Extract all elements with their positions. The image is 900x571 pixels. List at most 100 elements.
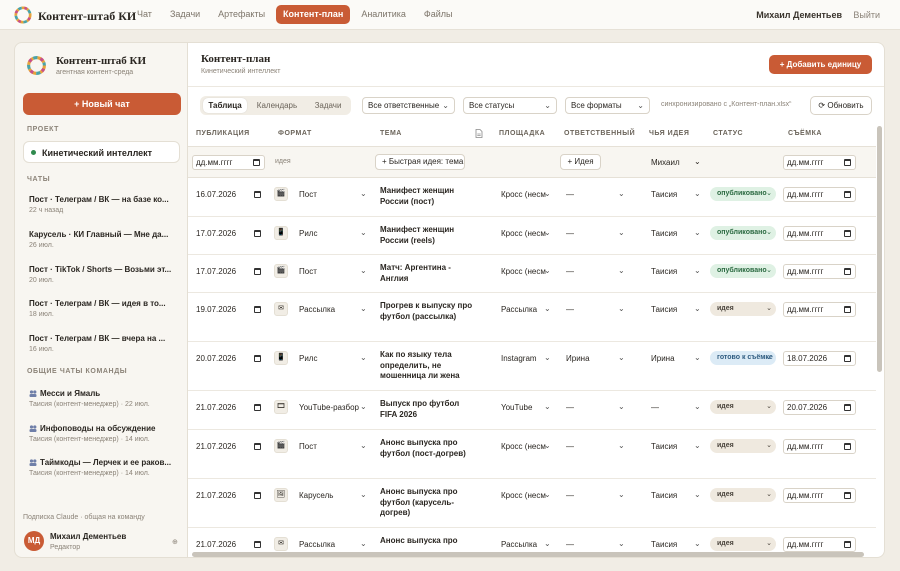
theme-text[interactable]: Манифест женщин России (reels): [380, 225, 475, 246]
owner-select[interactable]: —: [566, 267, 574, 276]
chevron-down-icon[interactable]: ⌄: [544, 353, 551, 362]
quick-idea-input[interactable]: + Быстрая идея: тема: [375, 154, 465, 170]
owner-select[interactable]: —: [566, 190, 574, 199]
chevron-down-icon[interactable]: ⌄: [544, 441, 551, 450]
publication-date[interactable]: 19.07.2026: [196, 305, 236, 314]
idea-author-select[interactable]: Таисия: [651, 229, 677, 238]
chevron-down-icon[interactable]: ⌄: [544, 266, 551, 275]
tab-table[interactable]: Таблица: [203, 98, 247, 113]
format-select[interactable]: Рассылка: [299, 540, 335, 549]
col-platform[interactable]: ПЛОЩАДКА: [499, 130, 545, 137]
chevron-down-icon[interactable]: ⌄: [360, 228, 367, 237]
chevron-down-icon[interactable]: ⌄: [544, 304, 551, 313]
platform-select[interactable]: Кросс (несм: [501, 267, 550, 276]
shoot-date-input[interactable]: 20.07.2026: [783, 400, 856, 415]
platform-select[interactable]: Кросс (несм: [501, 491, 550, 500]
chevron-down-icon[interactable]: ⌄: [360, 490, 367, 499]
chat-item[interactable]: Пост · Телеграм / ВК — идея в то... 18 и…: [29, 299, 179, 318]
quick-shoot-date-input[interactable]: дд.мм.гггг: [783, 155, 856, 170]
owner-select[interactable]: —: [566, 305, 574, 314]
chevron-down-icon[interactable]: ⌄: [694, 490, 701, 499]
chevron-down-icon[interactable]: ⌄: [694, 228, 701, 237]
status-badge[interactable]: опубликовано ⌄: [710, 264, 776, 278]
chevron-down-icon[interactable]: ⌄: [360, 189, 367, 198]
owner-select[interactable]: —: [566, 229, 574, 238]
idea-author-select[interactable]: Таисия: [651, 442, 677, 451]
table-row[interactable]: 19.07.2026 ✉ Рассылка ⌄ Прогрев к выпуску пр…: [188, 293, 876, 342]
status-badge[interactable]: идея ⌄: [710, 488, 776, 502]
document-icon[interactable]: [475, 129, 483, 138]
publication-date[interactable]: 21.07.2026: [196, 540, 236, 549]
chevron-down-icon[interactable]: ⌄: [694, 157, 701, 166]
status-badge[interactable]: идея ⌄: [710, 439, 776, 453]
theme-text[interactable]: Анонс выпуска про: [380, 536, 475, 547]
publication-date[interactable]: 21.07.2026: [196, 491, 236, 500]
status-badge[interactable]: готово к съёмке ⌄: [710, 351, 776, 365]
idea-author-select[interactable]: Таисия: [651, 190, 677, 199]
quick-format-placeholder[interactable]: идея: [275, 158, 291, 165]
idea-author-select[interactable]: Таисия: [651, 267, 677, 276]
publication-date[interactable]: 16.07.2026: [196, 190, 236, 199]
chevron-down-icon[interactable]: ⌄: [694, 402, 701, 411]
nav-chat[interactable]: Чат: [130, 5, 159, 24]
col-status[interactable]: СТАТУС: [713, 130, 743, 137]
owner-select[interactable]: Ирина: [566, 354, 590, 363]
status-badge[interactable]: опубликовано ⌄: [710, 187, 776, 201]
chevron-down-icon[interactable]: ⌄: [618, 353, 625, 362]
table-row[interactable]: 21.07.2026 🎞 YouTube-разбор ⌄ Выпуск про фут…: [188, 391, 876, 430]
shoot-date-input[interactable]: дд.мм.гггг: [783, 439, 856, 454]
quick-date-input[interactable]: дд.мм.гггг: [192, 155, 265, 170]
chevron-down-icon[interactable]: ⌄: [694, 189, 701, 198]
owner-select[interactable]: —: [566, 442, 574, 451]
chevron-down-icon[interactable]: ⌄: [544, 490, 551, 499]
chevron-down-icon[interactable]: ⌄: [694, 353, 701, 362]
logout-link[interactable]: Выйти: [853, 10, 880, 20]
format-select[interactable]: Карусель: [299, 491, 333, 500]
shoot-date-input[interactable]: 18.07.2026: [783, 351, 856, 366]
team-chat-item[interactable]: Инфоповоды на обсуждение Таисия (контент…: [29, 424, 179, 443]
owner-select[interactable]: —: [566, 403, 574, 412]
shoot-date-input[interactable]: дд.мм.гггг: [783, 226, 856, 241]
shoot-date-input[interactable]: дд.мм.гггг: [783, 537, 856, 552]
status-badge[interactable]: идея ⌄: [710, 537, 776, 551]
format-select[interactable]: Пост: [299, 190, 317, 199]
theme-text[interactable]: Анонс выпуска про футбол (пост-догрев): [380, 438, 475, 459]
publication-date[interactable]: 17.07.2026: [196, 267, 236, 276]
chevron-down-icon[interactable]: ⌄: [360, 402, 367, 411]
nav-tasks[interactable]: Задачи: [163, 5, 207, 24]
platform-select[interactable]: Instagram: [501, 354, 550, 363]
format-select[interactable]: Пост: [299, 267, 317, 276]
team-chat-item[interactable]: Таймкоды — Лерчек и ее раков... Таисия (…: [29, 458, 179, 477]
vertical-scrollbar[interactable]: [877, 126, 882, 372]
chevron-down-icon[interactable]: ⌄: [618, 490, 625, 499]
shoot-date-input[interactable]: дд.мм.гггг: [783, 187, 856, 202]
team-chat-item[interactable]: Месси и Ямаль Таисия (контент-менеджер) …: [29, 389, 179, 408]
chevron-down-icon[interactable]: ⌄: [544, 228, 551, 237]
format-select[interactable]: Рилс: [299, 354, 317, 363]
owner-select[interactable]: —: [566, 540, 574, 549]
shoot-date-input[interactable]: дд.мм.гггг: [783, 302, 856, 317]
format-select[interactable]: YouTube-разбор: [299, 403, 359, 412]
horizontal-scrollbar[interactable]: [192, 552, 864, 557]
calendar-icon[interactable]: [254, 541, 261, 548]
theme-text[interactable]: Анонс выпуска про футбол (карусель-догре…: [380, 487, 475, 519]
platform-select[interactable]: Рассылка: [501, 305, 550, 314]
col-idea-author[interactable]: ЧЬЯ ИДЕЯ: [649, 130, 689, 137]
chevron-down-icon[interactable]: ⌄: [618, 189, 625, 198]
idea-author-select[interactable]: Таисия: [651, 540, 677, 549]
idea-author-select[interactable]: Таисия: [651, 491, 677, 500]
idea-author-select[interactable]: Таисия: [651, 305, 677, 314]
publication-date[interactable]: 20.07.2026: [196, 354, 236, 363]
chevron-down-icon[interactable]: ⌄: [618, 304, 625, 313]
project-item[interactable]: Кинетический интеллект: [23, 141, 180, 163]
col-shooting[interactable]: СЪЁМКА: [788, 130, 822, 137]
user-menu-icon[interactable]: ⊕: [172, 538, 178, 546]
platform-select[interactable]: Кросс (несм: [501, 190, 550, 199]
chevron-down-icon[interactable]: ⌄: [618, 228, 625, 237]
nav-analytics[interactable]: Аналитика: [354, 5, 413, 24]
owner-select[interactable]: —: [566, 491, 574, 500]
chevron-down-icon[interactable]: ⌄: [360, 441, 367, 450]
calendar-icon[interactable]: [254, 355, 261, 362]
chevron-down-icon[interactable]: ⌄: [544, 189, 551, 198]
theme-text[interactable]: Прогрев к выпуску про футбол (рассылка): [380, 301, 475, 322]
